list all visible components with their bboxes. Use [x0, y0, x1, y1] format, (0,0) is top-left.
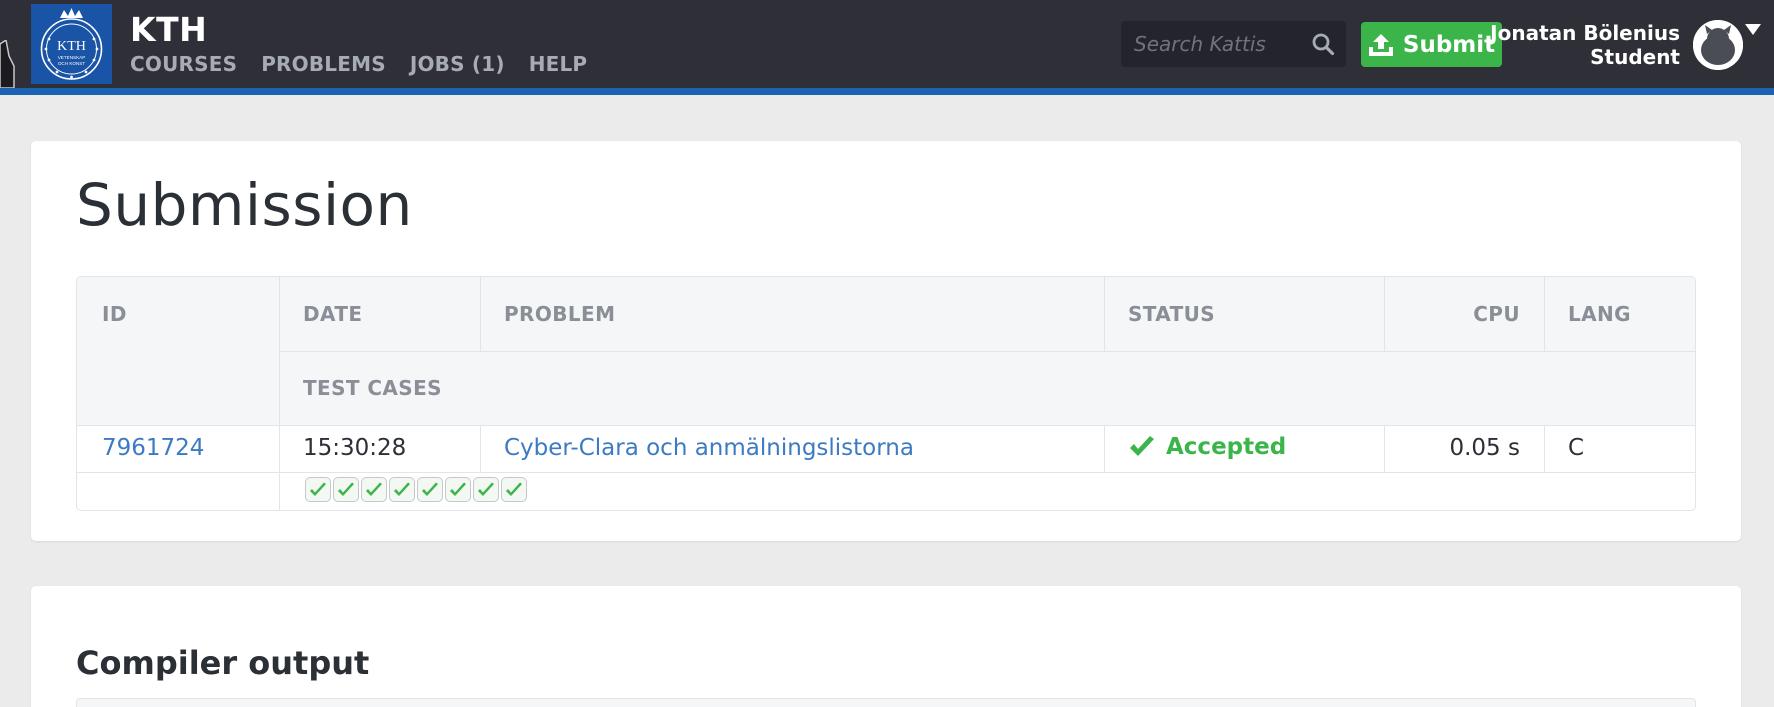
- divider: [1104, 425, 1105, 472]
- check-icon: [310, 482, 326, 496]
- check-icon: [506, 482, 522, 496]
- test-case-results: [305, 477, 527, 502]
- check-icon: [394, 482, 410, 496]
- avatar-icon: [1693, 20, 1743, 70]
- column-header-status[interactable]: STATUS: [1128, 302, 1215, 326]
- test-case-badge[interactable]: [305, 477, 331, 502]
- check-icon: [422, 482, 438, 496]
- test-case-badge[interactable]: [417, 477, 443, 502]
- language: C: [1568, 435, 1585, 461]
- compiler-output-box: [76, 698, 1696, 707]
- test-case-badge[interactable]: [333, 477, 359, 502]
- test-case-badge[interactable]: [389, 477, 415, 502]
- compiler-output-card: Compiler output: [31, 586, 1741, 707]
- nav-courses[interactable]: COURSES: [130, 52, 237, 76]
- check-icon: [478, 482, 494, 496]
- problem-cell: Cyber-Clara och anmälningslistorna: [504, 435, 914, 461]
- avatar[interactable]: [1693, 20, 1743, 70]
- column-header-lang[interactable]: LANG: [1568, 302, 1631, 326]
- divider: [1544, 425, 1545, 472]
- page-title: Submission: [76, 171, 413, 239]
- column-header-id[interactable]: ID: [102, 302, 127, 326]
- svg-text:OCH KONST: OCH KONST: [58, 61, 86, 66]
- table-row: 7961724: [102, 435, 204, 461]
- divider: [480, 277, 481, 351]
- divider: [1544, 277, 1545, 351]
- search-icon[interactable]: [1311, 32, 1335, 56]
- divider: [77, 425, 1695, 426]
- search-box: [1121, 21, 1346, 67]
- check-icon: [366, 482, 382, 496]
- cpu-time: 0.05 s: [1449, 435, 1520, 461]
- divider: [279, 351, 1695, 352]
- divider: [480, 425, 481, 472]
- column-header-problem[interactable]: PROBLEM: [504, 302, 615, 326]
- problem-link[interactable]: Cyber-Clara och anmälningslistorna: [504, 435, 914, 461]
- test-case-badge[interactable]: [445, 477, 471, 502]
- user-role: Student: [1590, 45, 1680, 69]
- upload-icon: [1368, 33, 1393, 56]
- kth-logo-icon: KTH VETENSKAP OCH KONST: [31, 4, 112, 84]
- submission-id-link[interactable]: 7961724: [102, 435, 204, 461]
- kth-logo[interactable]: KTH VETENSKAP OCH KONST: [31, 4, 112, 84]
- divider: [279, 277, 280, 510]
- svg-text:VETENSKAP: VETENSKAP: [58, 55, 86, 60]
- check-icon: [1130, 436, 1154, 456]
- submission-card: Submission ID DATE PROBLEM STATUS CPU LA…: [31, 141, 1741, 541]
- submit-button-label: Submit: [1402, 31, 1496, 58]
- test-case-badge[interactable]: [361, 477, 387, 502]
- divider: [77, 472, 1695, 473]
- test-case-badge[interactable]: [473, 477, 499, 502]
- brand-name[interactable]: KTH: [130, 10, 207, 49]
- search-input[interactable]: [1121, 21, 1301, 67]
- nav-problems[interactable]: PROBLEMS: [261, 52, 386, 76]
- section-title: Compiler output: [76, 644, 370, 682]
- user-name: Jonatan Bölenius: [1490, 21, 1680, 45]
- status-badge: Accepted: [1166, 434, 1287, 460]
- divider: [1384, 425, 1385, 472]
- column-header-cpu[interactable]: CPU: [1407, 302, 1520, 326]
- submit-button[interactable]: Submit: [1361, 22, 1502, 67]
- submission-table: ID DATE PROBLEM STATUS CPU LANG TEST CAS…: [76, 276, 1696, 511]
- header-accent-stripe: [0, 88, 1774, 95]
- corner-figure-icon: [0, 40, 15, 88]
- test-case-badge[interactable]: [501, 477, 527, 502]
- column-header-date[interactable]: DATE: [303, 302, 362, 326]
- column-header-test-cases: TEST CASES: [303, 376, 442, 400]
- check-icon: [338, 482, 354, 496]
- status-cell: Accepted: [1128, 434, 1286, 460]
- nav-help[interactable]: HELP: [529, 52, 588, 76]
- nav-jobs[interactable]: JOBS (1): [410, 52, 505, 76]
- top-navigation-bar: KTH VETENSKAP OCH KONST KTH COURSES PROB…: [0, 0, 1774, 88]
- check-icon: [450, 482, 466, 496]
- divider: [1104, 277, 1105, 351]
- user-info[interactable]: Jonatan Bölenius Student: [1490, 21, 1680, 69]
- svg-text:KTH: KTH: [57, 39, 86, 54]
- chevron-down-icon[interactable]: [1745, 24, 1761, 35]
- main-nav: COURSES PROBLEMS JOBS (1) HELP: [130, 52, 587, 76]
- divider: [1384, 277, 1385, 351]
- submission-date: 15:30:28: [303, 435, 407, 461]
